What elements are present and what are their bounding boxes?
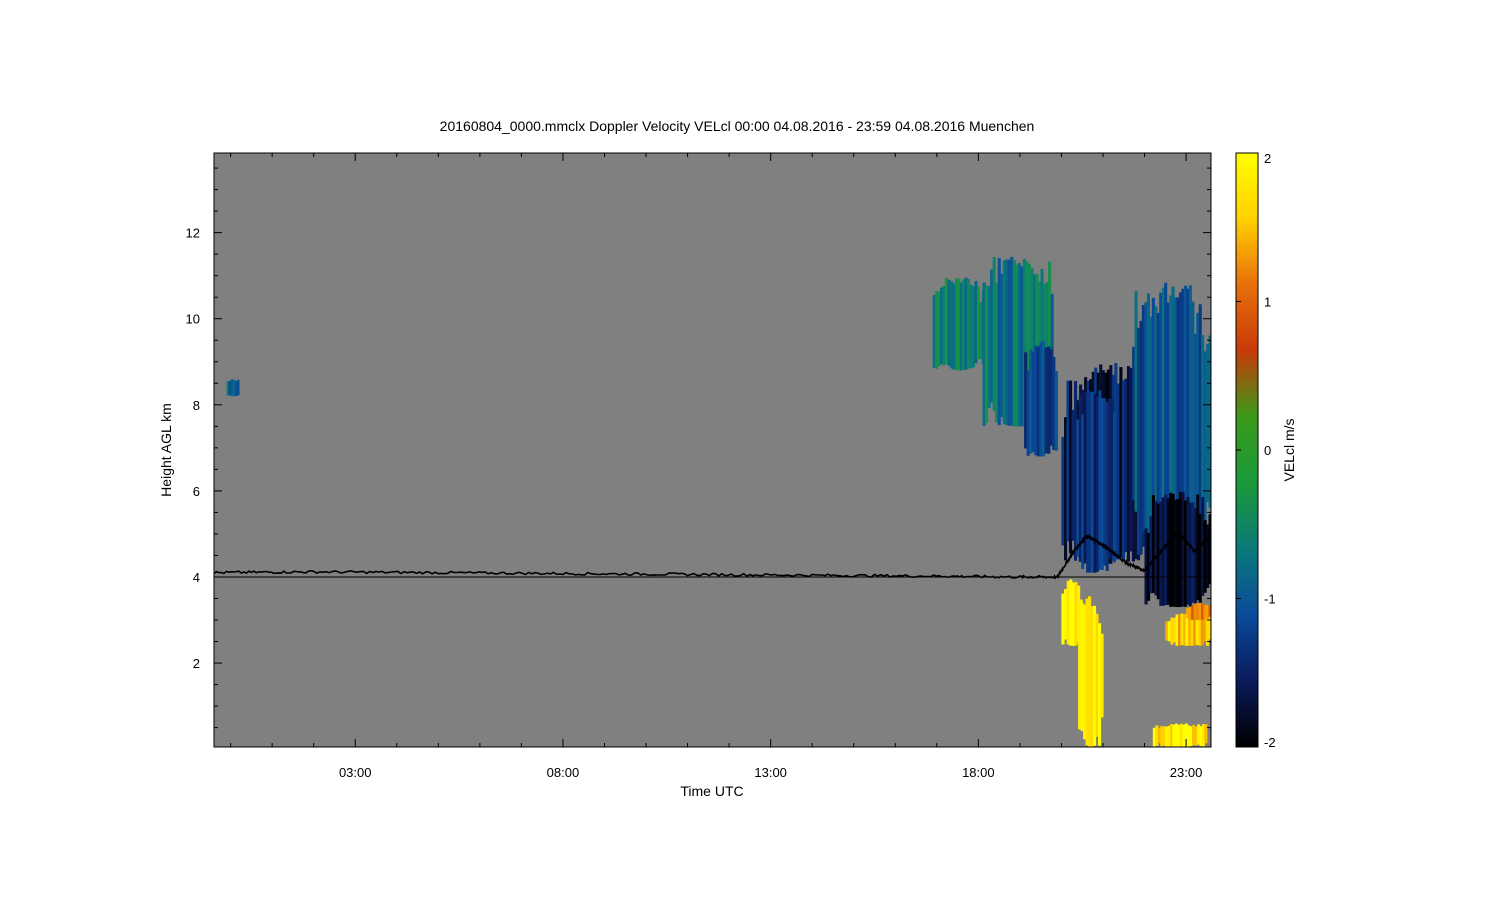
- x-tick-label: 18:00: [962, 765, 995, 780]
- chart-title: 20160804_0000.mmclx Doppler Velocity VEL…: [440, 118, 1035, 134]
- x-tick-label: 08:00: [547, 765, 580, 780]
- y-axis-label: Height AGL km: [158, 403, 174, 497]
- x-tick-label: 13:00: [754, 765, 787, 780]
- y-tick-label: 8: [193, 398, 200, 413]
- y-tick-label: 10: [186, 312, 200, 327]
- y-tick-label: 4: [193, 570, 200, 585]
- x-tick-label: 23:00: [1170, 765, 1203, 780]
- velocity-cell: [1100, 633, 1104, 718]
- colorbar-label: VELcl m/s: [1281, 418, 1297, 481]
- doppler-velocity-chart: 03:00 08:00 13:00 18:00 23:00246810122016080…: [158, 118, 1297, 799]
- y-tick-label: 12: [186, 226, 200, 241]
- x-tick-label: 03:00: [339, 765, 372, 780]
- velocity-cell: [1113, 412, 1116, 563]
- y-tick-label: 6: [193, 484, 200, 499]
- x-axis-label: Time UTC: [680, 783, 743, 799]
- colorbar-tick-label: 1: [1264, 295, 1271, 310]
- colorbar-tick-label: -2: [1264, 735, 1276, 750]
- colorbar-tick-label: 0: [1264, 443, 1271, 458]
- colorbar-tick-label: -1: [1264, 592, 1276, 607]
- y-tick-label: 2: [193, 656, 200, 671]
- velocity-cell: [1054, 371, 1058, 451]
- colorbar-tick-label: 2: [1264, 151, 1271, 166]
- velocity-cell: [1204, 724, 1208, 744]
- velocity-cell: [236, 379, 240, 396]
